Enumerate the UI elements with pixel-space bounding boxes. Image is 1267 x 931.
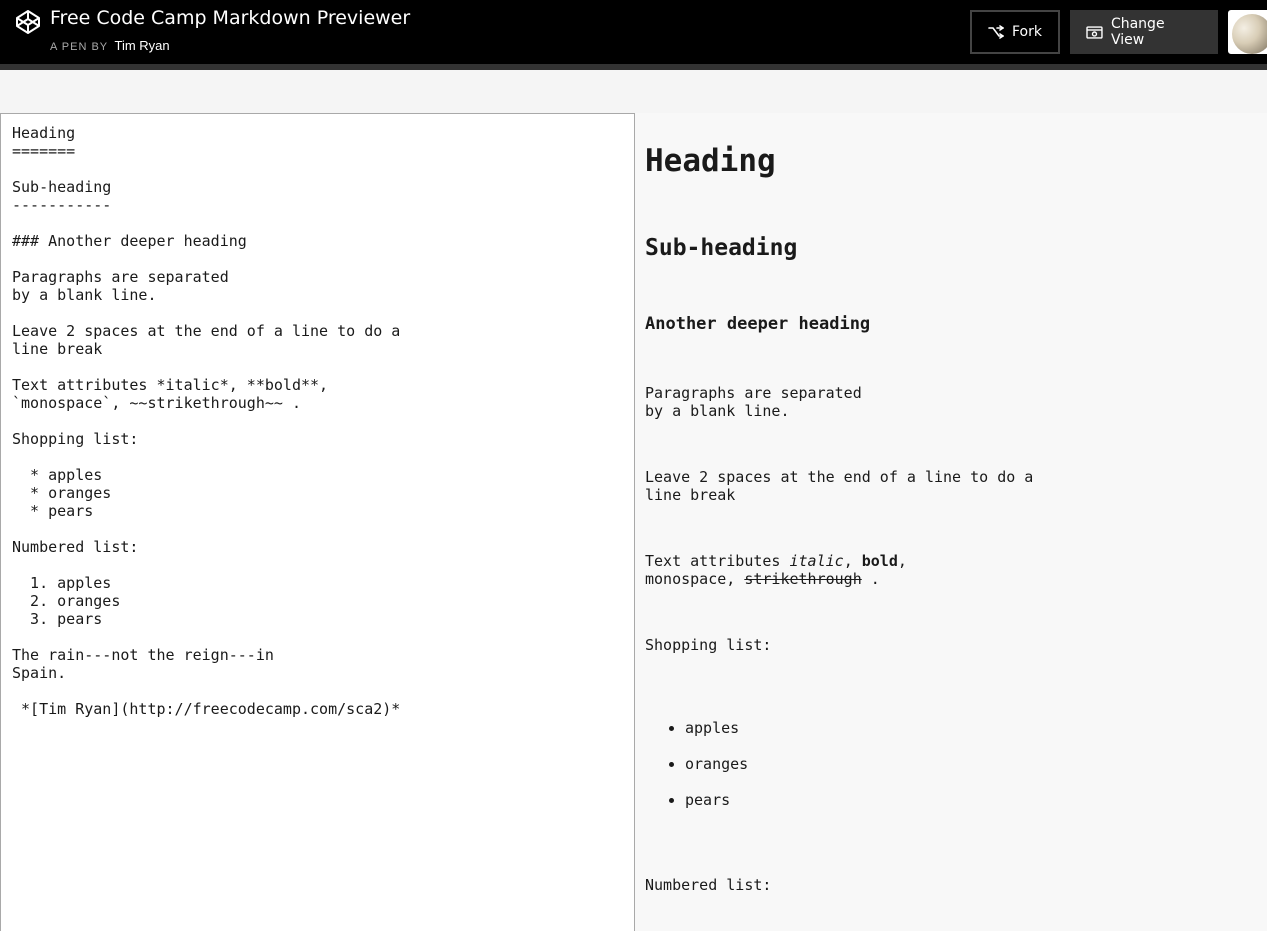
codepen-logo-icon[interactable] [15, 9, 41, 35]
change-view-button[interactable]: Change View [1070, 10, 1218, 54]
pen-byline: A PEN BY Tim Ryan [50, 38, 170, 53]
monospace-text: monospace [645, 570, 727, 588]
separator: , [843, 552, 862, 570]
list-item: apples [668, 719, 740, 737]
by-label: A PEN BY [50, 41, 109, 53]
separator: , [726, 570, 745, 588]
text-attributes-prefix: Text attributes [645, 552, 790, 570]
preview-heading-1: Heading [645, 143, 776, 179]
change-view-icon [1086, 26, 1103, 39]
strikethrough-text: strikethrough [744, 570, 862, 588]
change-view-label: Change View [1110, 16, 1165, 48]
list-item: oranges [668, 755, 749, 773]
italic-text: italic [789, 552, 844, 570]
separator: , [897, 552, 907, 570]
markdown-source[interactable]: Heading ======= Sub-heading ----------- … [12, 124, 400, 718]
bold-text: bold [861, 552, 898, 570]
paragraph-3-line-2: monospace, strikethrough . [645, 570, 907, 588]
paragraph-1-line-2: by a blank line. [645, 402, 790, 420]
numbered-list-label: Numbered list: [645, 876, 772, 894]
fork-label: Fork [1012, 24, 1042, 40]
paragraph-1-line-1: Paragraphs are separated [645, 384, 862, 402]
preview-heading-3: Another deeper heading [645, 314, 871, 334]
avatar-image [1232, 14, 1267, 54]
preview-heading-2: Sub-heading [645, 235, 798, 261]
markdown-editor[interactable]: Heading ======= Sub-heading ----------- … [0, 113, 635, 931]
paragraph-end: . [861, 570, 880, 588]
list-item: pears [668, 791, 731, 809]
markdown-preview: Heading Sub-heading Another deeper headi… [635, 113, 1267, 931]
author-link[interactable]: Tim Ryan [114, 38, 169, 53]
preview-paragraph-1: Paragraphs are separated by a blank line… [645, 384, 862, 420]
shopping-list-label: Shopping list: [645, 636, 772, 654]
header-divider [0, 64, 1267, 70]
paragraph-3-line-1: Text attributes italic, bold, [645, 552, 907, 570]
fork-icon [988, 25, 1004, 39]
preview-paragraph-2: Leave 2 spaces at the end of a line to d… [645, 468, 1033, 504]
user-avatar[interactable] [1228, 10, 1267, 54]
paragraph-2-line-2: line break [645, 486, 736, 504]
paragraph-2-line-1: Leave 2 spaces at the end of a line to d… [645, 468, 1034, 486]
fork-button[interactable]: Fork [970, 10, 1060, 54]
pen-title: Free Code Camp Markdown Previewer [50, 7, 411, 29]
top-bar: Free Code Camp Markdown Previewer A PEN … [0, 0, 1267, 64]
preview-paragraph-3: Text attributes italic, bold, monospace,… [645, 552, 907, 588]
